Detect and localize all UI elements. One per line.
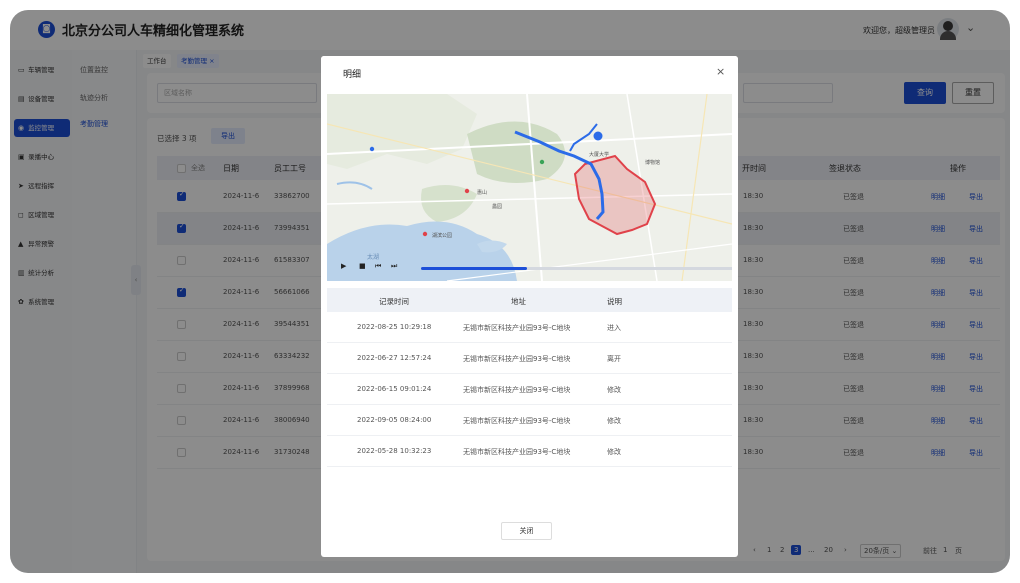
col-record-time: 记录时间 [379, 297, 409, 306]
record-table-header: 记录时间 地址 说明 [327, 288, 732, 312]
svg-text:大厦大学: 大厦大学 [589, 151, 609, 158]
record-note: 修改 [607, 386, 621, 394]
record-address: 无锡市新区科技产业园93号-C地块 [463, 448, 571, 456]
svg-text:惠山: 惠山 [477, 189, 487, 196]
record-time: 2022-08-25 10:29:18 [357, 323, 432, 331]
app-window: ◙ 北京分公司人车精细化管理系统 欢迎您，超级管理员 ⌄ ▭ 车辆管理 ▤ 设备… [10, 10, 1010, 573]
record-row: 2022-05-28 10:32:23 无锡市新区科技产业园93号-C地块 修改 [327, 436, 732, 467]
record-address: 无锡市新区科技产业园93号-C地块 [463, 324, 571, 332]
record-address: 无锡市新区科技产业园93号-C地块 [463, 355, 571, 363]
map-canvas: 大厦大学 博物馆 惠山 湖滨公园 蠡园 太湖 [327, 94, 732, 281]
record-address: 无锡市新区科技产业园93号-C地块 [463, 417, 571, 425]
progress-fill [421, 267, 527, 270]
track-map[interactable]: 大厦大学 博物馆 惠山 湖滨公园 蠡园 太湖 ▶ ■ ⏮ ⏭ [327, 94, 732, 281]
modal-title: 明细 [343, 70, 362, 80]
col-note: 说明 [607, 297, 622, 306]
record-time: 2022-06-27 12:57:24 [357, 354, 432, 362]
svg-text:太湖: 太湖 [367, 253, 379, 261]
record-note: 修改 [607, 417, 621, 425]
record-time: 2022-06-15 09:01:24 [357, 385, 432, 393]
prev-icon[interactable]: ⏮ [375, 262, 381, 271]
modal-header: 明细 × [321, 56, 738, 88]
col-address: 地址 [511, 297, 526, 306]
record-note: 离开 [607, 355, 621, 363]
play-icon[interactable]: ▶ [341, 262, 346, 270]
record-time: 2022-09-05 08:24:00 [357, 416, 432, 424]
progress-track[interactable] [421, 267, 732, 270]
next-icon[interactable]: ⏭ [391, 262, 397, 271]
close-button[interactable]: 关闭 [501, 522, 552, 540]
stop-icon[interactable]: ■ [359, 262, 366, 270]
record-note: 进入 [607, 324, 621, 332]
record-row: 2022-09-05 08:24:00 无锡市新区科技产业园93号-C地块 修改 [327, 405, 732, 436]
close-icon[interactable]: × [716, 65, 725, 78]
record-row: 2022-06-15 09:01:24 无锡市新区科技产业园93号-C地块 修改 [327, 374, 732, 405]
svg-text:湖滨公园: 湖滨公园 [432, 232, 452, 239]
record-address: 无锡市新区科技产业园93号-C地块 [463, 386, 571, 394]
svg-text:博物馆: 博物馆 [645, 159, 660, 166]
record-row: 2022-06-27 12:57:24 无锡市新区科技产业园93号-C地块 离开 [327, 343, 732, 374]
record-time: 2022-05-28 10:32:23 [357, 447, 432, 455]
svg-text:蠡园: 蠡园 [492, 203, 502, 210]
detail-modal: 明细 × 大厦大学 博物馆 惠山 湖滨公园 蠡园 太湖 ▶ ■ ⏮ ⏭ 记录时间… [321, 56, 738, 557]
record-note: 修改 [607, 448, 621, 456]
record-row: 2022-08-25 10:29:18 无锡市新区科技产业园93号-C地块 进入 [327, 312, 732, 343]
